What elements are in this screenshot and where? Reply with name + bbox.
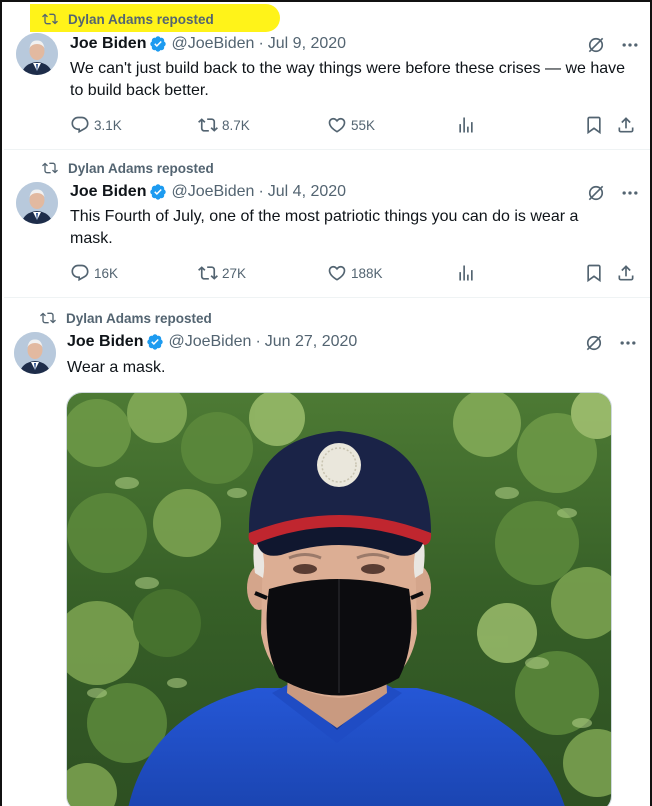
repost-count: 8.7K bbox=[222, 117, 250, 133]
tweet[interactable]: Dylan Adams reposted Joe Biden @JoeBiden… bbox=[4, 150, 650, 298]
tweet-header: Joe Biden @JoeBiden · Jul 9, 2020 bbox=[70, 35, 346, 53]
share-button[interactable] bbox=[616, 115, 640, 135]
timeline: Dylan Adams reposted Joe Biden @JoeBiden… bbox=[0, 0, 652, 806]
tweet-text: We can't just build back to the way thin… bbox=[70, 60, 626, 99]
tweet-actions: 16K 27K 188K bbox=[70, 263, 640, 285]
bookmark-icon bbox=[587, 264, 601, 283]
author-name[interactable]: Joe Biden bbox=[70, 183, 146, 201]
repost-icon bbox=[40, 312, 56, 324]
author-name[interactable]: Joe Biden bbox=[67, 333, 143, 351]
tweet-header: Joe Biden @JoeBiden · Jun 27, 2020 bbox=[67, 333, 357, 351]
bookmark-button[interactable] bbox=[584, 263, 608, 283]
tweet-date[interactable]: Jun 27, 2020 bbox=[265, 333, 358, 351]
share-icon bbox=[618, 117, 634, 133]
grok-icon[interactable] bbox=[586, 183, 606, 203]
reply-button[interactable]: 3.1K bbox=[70, 115, 122, 135]
tweet-top-icons bbox=[586, 35, 640, 55]
author-handle[interactable]: @JoeBiden bbox=[171, 35, 254, 53]
repost-button[interactable]: 27K bbox=[198, 263, 246, 283]
like-count: 55K bbox=[351, 117, 376, 133]
more-icon[interactable] bbox=[620, 35, 640, 55]
share-button[interactable] bbox=[616, 263, 640, 283]
more-icon[interactable] bbox=[618, 333, 638, 353]
tweet-header: Joe Biden @JoeBiden · Jul 4, 2020 bbox=[70, 183, 346, 201]
author-handle[interactable]: @JoeBiden bbox=[171, 183, 254, 201]
tweet-top-icons bbox=[584, 333, 638, 353]
tweet-actions: 3.1K 8.7K 55K bbox=[70, 115, 640, 137]
author-name[interactable]: Joe Biden bbox=[70, 35, 146, 53]
verified-badge-icon bbox=[147, 334, 164, 350]
tweet-text: This Fourth of July, one of the most pat… bbox=[70, 208, 579, 247]
avatar-image bbox=[14, 332, 56, 374]
repost-icon bbox=[42, 13, 58, 25]
avatar[interactable] bbox=[14, 332, 56, 374]
reply-count: 3.1K bbox=[94, 117, 122, 133]
tweet[interactable]: Dylan Adams reposted Joe Biden @JoeBiden… bbox=[4, 2, 650, 150]
share-icon bbox=[618, 265, 634, 281]
repost-context[interactable]: Dylan Adams reposted bbox=[42, 158, 214, 178]
heart-icon bbox=[328, 265, 346, 281]
grok-icon[interactable] bbox=[586, 35, 606, 55]
views-icon bbox=[459, 117, 473, 133]
reply-icon bbox=[71, 116, 89, 134]
more-icon[interactable] bbox=[620, 183, 640, 203]
separator-dot: · bbox=[258, 183, 264, 200]
views-button[interactable] bbox=[456, 263, 480, 283]
tweet-text: Wear a mask. bbox=[67, 359, 166, 376]
like-button[interactable]: 55K bbox=[327, 115, 375, 135]
like-button[interactable]: 188K bbox=[327, 263, 383, 283]
reply-icon bbox=[71, 264, 89, 282]
heart-icon bbox=[328, 117, 346, 133]
tweet-date[interactable]: Jul 4, 2020 bbox=[268, 183, 346, 201]
repost-icon bbox=[42, 162, 58, 174]
tweet-date[interactable]: Jul 9, 2020 bbox=[268, 35, 346, 53]
like-count: 188K bbox=[351, 265, 383, 281]
views-button[interactable] bbox=[456, 115, 480, 135]
repost-label: Dylan Adams reposted bbox=[68, 160, 214, 176]
author-handle[interactable]: @JoeBiden bbox=[168, 333, 251, 351]
repost-label: Dylan Adams reposted bbox=[66, 310, 212, 326]
repost-context[interactable]: Dylan Adams reposted bbox=[42, 9, 214, 29]
avatar[interactable] bbox=[16, 33, 58, 75]
reply-button[interactable]: 16K bbox=[70, 263, 118, 283]
bookmark-button[interactable] bbox=[584, 115, 608, 135]
separator-dot: · bbox=[255, 333, 261, 350]
avatar[interactable] bbox=[16, 182, 58, 224]
views-icon bbox=[459, 265, 473, 281]
repost-context[interactable]: Dylan Adams reposted bbox=[40, 308, 212, 328]
verified-badge-icon bbox=[150, 184, 167, 200]
repost-icon bbox=[198, 118, 218, 132]
separator-dot: · bbox=[258, 35, 264, 52]
photo-image bbox=[67, 393, 611, 806]
avatar-image bbox=[16, 33, 58, 75]
repost-count: 27K bbox=[222, 265, 247, 281]
repost-label: Dylan Adams reposted bbox=[68, 11, 214, 27]
bookmark-icon bbox=[587, 116, 601, 135]
tweet-top-icons bbox=[586, 183, 640, 203]
tweet-photo[interactable] bbox=[66, 392, 612, 806]
verified-badge-icon bbox=[150, 36, 167, 52]
reply-count: 16K bbox=[94, 265, 119, 281]
repost-button[interactable]: 8.7K bbox=[198, 115, 250, 135]
avatar-image bbox=[16, 182, 58, 224]
grok-icon[interactable] bbox=[584, 333, 604, 353]
repost-icon bbox=[198, 266, 218, 280]
